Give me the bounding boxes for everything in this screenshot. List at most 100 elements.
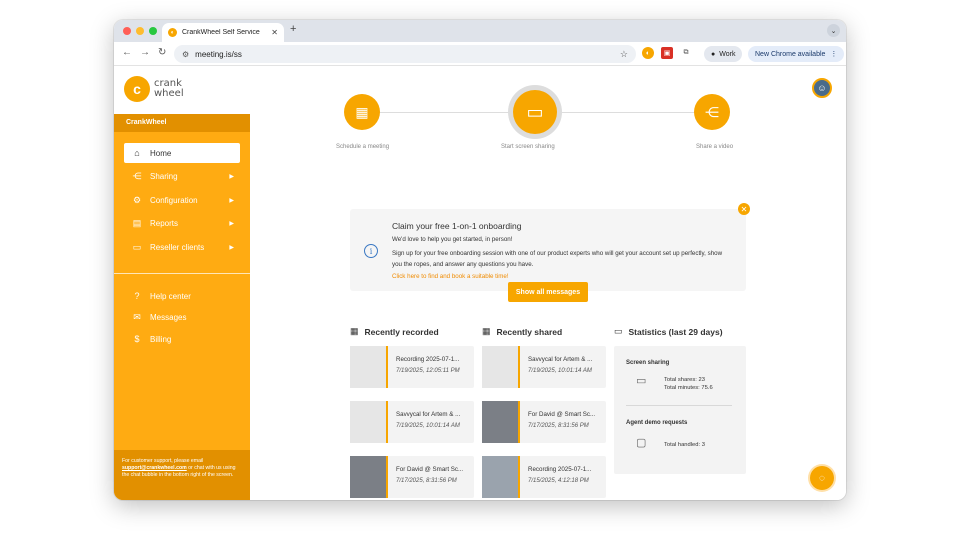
chat-bubble-button[interactable]: ◌ [810,466,834,490]
sidebar-item-label: Messages [150,313,187,322]
url-text: meeting.is/ss [195,49,242,59]
user-avatar[interactable]: ☺ [812,78,832,98]
share-icon: ⋲ [132,171,142,181]
home-icon: ⌂ [134,148,140,158]
shared-date: 7/15/2025, 4:12:18 PM [528,478,589,484]
minimize-window-button[interactable] [136,27,144,35]
recording-date: 7/19/2025, 12:05:11 PM [396,368,460,374]
sidebar-item-reseller-clients[interactable]: ▭ Reseller clients ▶ [124,237,240,257]
chevron-right-icon: ▶ [229,221,234,227]
sidebar-item-label: Home [150,148,172,158]
step-share-video[interactable]: ⋲ [694,94,730,130]
page-content: c crank wheel CrankWheel ⌂ Home ⋲ Sharin… [114,66,846,500]
shared-title: Savvycal for Artem & ... [528,356,593,363]
agent-demo-values: Total handled: 3 [664,442,705,448]
step-start-screen-sharing[interactable]: ▭ [513,90,557,134]
shared-date: 7/19/2025, 10:01:14 AM [528,368,592,374]
sidebar-menu: ⌂ Home ⋲ Sharing ▶ ⚙ Configuration ▶ ▤ R… [124,143,240,261]
info-icon: i [364,244,378,258]
recently-shared-header: ▦ Recently shared [482,326,563,337]
sidebar-item-label: Configuration [150,195,198,205]
back-arrow-icon[interactable]: ← [122,47,132,58]
profile-button[interactable]: ● Work [704,46,743,62]
profile-label: Work [719,50,736,58]
sidebar-item-sharing[interactable]: ⋲ Sharing ▶ [124,167,240,187]
onboarding-notice: i Claim your free 1-on-1 onboarding We'd… [350,209,746,291]
calendar-extension-icon[interactable]: ▣ [661,47,673,59]
address-bar[interactable]: ⚙ meeting.is/ss ☆ [174,45,636,63]
recording-date: 7/17/2025, 8:31:56 PM [396,478,457,484]
sidebar-item-label: Reports [150,219,179,228]
account-name: CrankWheel [114,114,250,132]
new-tab-button[interactable]: + [290,23,296,35]
tab-close-icon[interactable]: ✕ [271,28,278,37]
stats-divider [626,405,732,406]
shared-card[interactable]: Recording 2025-07-1... 7/15/2025, 4:12:1… [482,456,606,498]
monitor-icon: ▭ [636,375,647,387]
logo-area[interactable]: c crank wheel [114,66,250,114]
recording-card[interactable]: Recording 2025-07-1... 7/19/2025, 12:05:… [350,346,474,388]
onboarding-steps: ▦ ▭ ⋲ Schedule a meeting Start screen sh… [334,90,734,152]
support-email-link[interactable]: support@crankwheel.com [122,465,187,471]
shared-title: For David @ Smart Sc... [528,411,596,418]
shared-title: Recording 2025-07-1... [528,466,592,473]
step-label: Schedule a meeting [336,144,390,150]
extensions-puzzle-icon[interactable]: ⧉ [680,47,692,59]
sidebar-item-messages[interactable]: ✉ Messages [124,309,240,327]
chart-monitor-icon: ▭ [614,326,623,336]
recording-title: Recording 2025-07-1... [396,356,460,363]
sidebar-secondary-menu: ? Help center ✉ Messages $ Billing [124,287,240,352]
gear-icon: ⚙ [132,194,142,205]
step-schedule-meeting[interactable]: ▦ [344,94,380,130]
step-connector [370,112,515,113]
sidebar-item-reports[interactable]: ▤ Reports ▶ [124,214,240,234]
book-onboarding-link[interactable]: Click here to find and book a suitable t… [392,273,509,280]
total-minutes: 75.6 [701,385,713,391]
tab-bar: ◐ CrankWheel Self Service ✕ + ⌄ [114,20,846,42]
browser-window: ◐ CrankWheel Self Service ✕ + ⌄ ← → ↻ ⚙ … [114,20,846,500]
sidebar-item-billing[interactable]: $ Billing [124,330,240,348]
sidebar-item-label: Billing [150,334,172,344]
recording-date: 7/19/2025, 10:01:14 AM [396,423,460,429]
recording-card[interactable]: For David @ Smart Sc... 7/17/2025, 8:31:… [350,456,474,498]
report-icon: ▤ [132,218,142,228]
chrome-update-button[interactable]: New Chrome available ⋮ [748,46,845,62]
update-label: New Chrome available [755,50,826,58]
reload-icon[interactable]: ↻ [158,47,166,58]
sidebar-item-home[interactable]: ⌂ Home [124,143,240,163]
forward-arrow-icon[interactable]: → [140,47,150,58]
bookmark-star-icon[interactable]: ☆ [620,49,628,60]
recording-thumbnail [350,346,388,388]
chevron-right-icon: ▶ [229,244,234,251]
logo-text: crank wheel [154,78,184,99]
show-all-messages-button[interactable]: Show all messages [508,282,588,302]
sidebar-item-label: Sharing [150,172,178,181]
sidebar-item-configuration[interactable]: ⚙ Configuration ▶ [124,190,240,210]
sidebar-item-label: Reseller clients [150,242,205,252]
tab-search-icon[interactable]: ⌄ [827,24,840,37]
screen-sharing-label: Screen sharing [626,360,670,366]
crankwheel-extension-icon[interactable]: ◐ [642,47,654,59]
browser-toolbar: ← → ↻ ⚙ meeting.is/ss ☆ ◐ ▣ ⧉ ● Work New… [114,42,846,66]
screen-sharing-values: Total shares: 23 Total minutes: 75.6 [664,377,713,391]
browser-tab[interactable]: ◐ CrankWheel Self Service ✕ [162,23,284,42]
notice-line2: Sign up for your free onboarding session… [392,250,723,268]
recently-recorded-header: ▦ Recently recorded [350,326,439,337]
close-notice-button[interactable]: ✕ [738,203,750,215]
recording-title: For David @ Smart Sc... [396,466,464,473]
sidebar-item-help-center[interactable]: ? Help center [124,287,240,305]
sidebar: c crank wheel CrankWheel ⌂ Home ⋲ Sharin… [114,66,250,500]
shared-card[interactable]: For David @ Smart Sc... 7/17/2025, 8:31:… [482,401,606,443]
recording-card[interactable]: Savvycal for Artem & ... 7/19/2025, 10:0… [350,401,474,443]
recording-thumbnail [350,401,388,443]
total-handled: 3 [701,442,705,448]
close-icon: ✕ [740,204,748,214]
close-window-button[interactable] [123,27,131,35]
maximize-window-button[interactable] [149,27,157,35]
help-icon: ? [134,291,140,301]
mail-icon: ✉ [133,312,141,322]
site-settings-icon[interactable]: ⚙ [182,50,189,59]
shared-card[interactable]: Savvycal for Artem & ... 7/19/2025, 10:0… [482,346,606,388]
calendar-icon: ▦ [350,326,359,336]
calendar-icon: ▦ [355,103,369,120]
